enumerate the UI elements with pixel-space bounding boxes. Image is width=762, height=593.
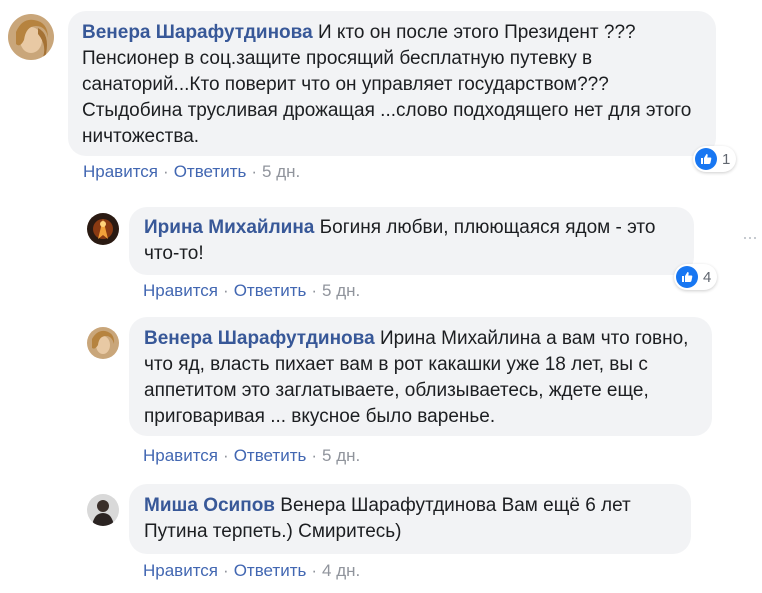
separator: · [223,446,229,465]
timestamp[interactable]: 5 дн. [322,446,360,465]
reply-actions: Нравится · Ответить · 5 дн. [143,446,360,466]
like-button[interactable]: Нравится [83,162,158,181]
comment-author[interactable]: Венера Шарафутдинова [82,22,313,43]
reply-bubble: Ирина Михайлина Богиня любви, плюющаяся … [129,207,694,275]
comment-bubble: Венера Шарафутдинова И кто он после этог… [68,11,716,156]
reaction-number: 4 [703,268,712,286]
timestamp[interactable]: 5 дн. [322,281,360,300]
avatar[interactable] [87,327,119,359]
reply-bubble: Венера Шарафутдинова Ирина Михайлина а в… [129,317,712,436]
avatar[interactable] [8,14,54,60]
separator: · [251,162,258,181]
reply-button[interactable]: Ответить [234,561,307,580]
reply-author[interactable]: Миша Осипов [144,495,275,516]
reply-button[interactable]: Ответить [234,446,307,465]
separator: · [311,561,318,580]
timestamp[interactable]: 5 дн. [262,162,300,181]
like-icon [676,266,698,288]
timestamp[interactable]: 4 дн. [322,561,360,580]
reply-button[interactable]: Ответить [174,162,247,181]
separator: · [223,561,229,580]
separator: · [223,281,229,300]
separator: · [311,281,318,300]
like-button[interactable]: Нравится [143,281,218,300]
reply-actions: Нравится · Ответить · 5 дн. [143,281,360,301]
like-button[interactable]: Нравится [143,561,218,580]
separator: · [163,162,169,181]
like-icon [695,148,717,170]
more-options-icon[interactable]: ··· [742,227,758,248]
reply-actions: Нравится · Ответить · 4 дн. [143,561,360,581]
reply-author[interactable]: Венера Шарафутдинова [144,328,375,349]
reply-bubble: Миша Осипов Венера Шарафутдинова Вам ещё… [129,484,691,554]
reply-author[interactable]: Ирина Михайлина [144,217,314,238]
reaction-count[interactable]: 1 [693,146,737,172]
avatar[interactable] [87,213,119,245]
avatar[interactable] [87,494,119,526]
reaction-count[interactable]: 4 [674,264,718,290]
comment-actions: Нравится · Ответить · 5 дн. [83,162,300,182]
reply-button[interactable]: Ответить [234,281,307,300]
like-button[interactable]: Нравится [143,446,218,465]
separator: · [311,446,318,465]
reaction-number: 1 [722,150,731,168]
